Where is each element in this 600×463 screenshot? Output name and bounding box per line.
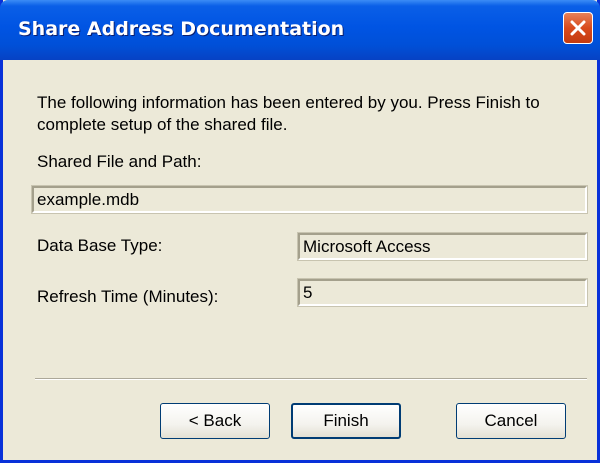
window-title: Share Address Documentation	[18, 18, 345, 40]
db-type-field: Microsoft Access	[297, 232, 588, 261]
close-icon	[570, 20, 586, 36]
shared-file-field: example.mdb	[31, 185, 588, 214]
back-button[interactable]: < Back	[160, 403, 270, 439]
separator	[35, 378, 587, 380]
close-button[interactable]	[563, 12, 593, 44]
refresh-time-label: Refresh Time (Minutes):	[37, 287, 219, 306]
refresh-time-field: 5	[297, 278, 588, 307]
dialog-window: Share Address Documentation The followin…	[0, 0, 600, 463]
finish-button[interactable]: Finish	[291, 403, 401, 439]
title-bar[interactable]: Share Address Documentation	[0, 0, 600, 60]
db-type-label: Data Base Type:	[37, 236, 163, 255]
shared-file-label: Shared File and Path:	[37, 152, 202, 171]
cancel-button[interactable]: Cancel	[456, 403, 566, 439]
intro-text: The following information has been enter…	[37, 93, 540, 134]
